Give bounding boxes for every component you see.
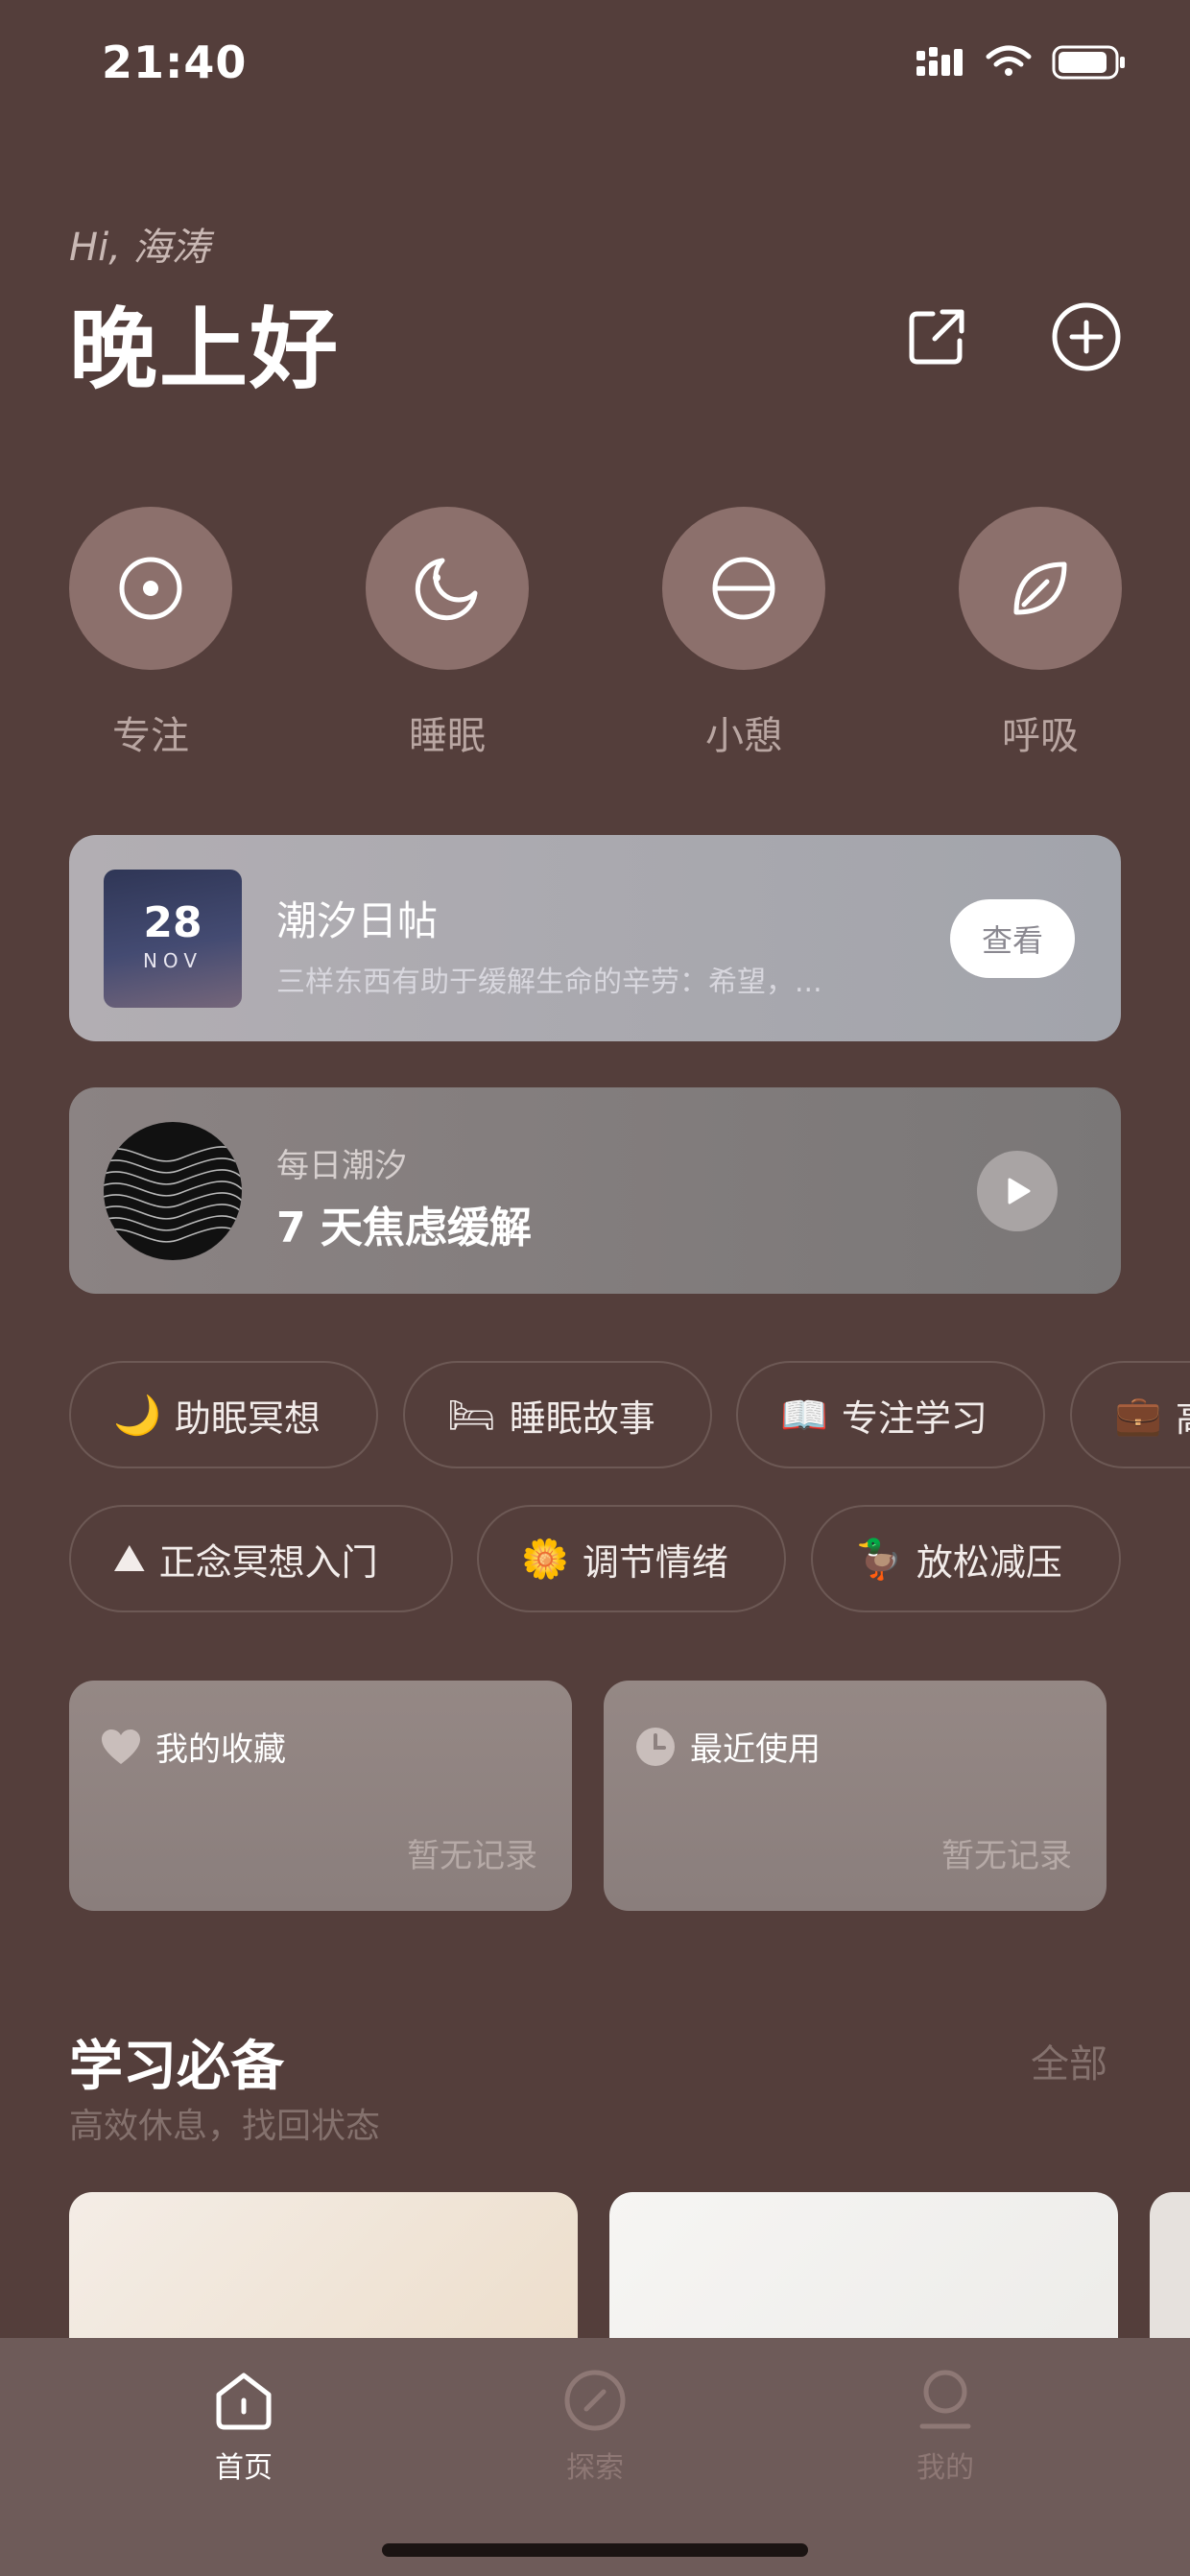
chip-sleep-meditation[interactable]: 🌙 助眠冥想: [69, 1361, 378, 1468]
mode-sleep[interactable]: 睡眠: [366, 507, 529, 760]
tab-home[interactable]: 首页: [167, 2363, 321, 2486]
home-indicator: [382, 2543, 808, 2557]
chip-label: 助眠冥想: [174, 1396, 321, 1440]
duck-emoji-icon: 🦆: [855, 1537, 903, 1582]
favorites-card[interactable]: 我的收藏 暂无记录: [69, 1681, 572, 1911]
chip-label: 放松减压: [916, 1540, 1062, 1584]
share-button[interactable]: [898, 298, 975, 375]
chip-relax[interactable]: 🦆 放松减压: [811, 1505, 1121, 1612]
daily-quote-card[interactable]: 28 NOV 潮汐日帖 三样东西有助于缓解生命的辛劳：希望，... 查看: [69, 835, 1121, 1041]
tab-explore[interactable]: 探索: [518, 2363, 672, 2486]
session-title: 7 天焦虑缓解: [276, 1204, 532, 1252]
book-emoji-icon: 📖: [780, 1393, 828, 1438]
mode-label: 小憩: [705, 714, 782, 758]
chip-focus-study[interactable]: 📖 专注学习: [736, 1361, 1045, 1468]
tab-label: 我的: [916, 2451, 974, 2485]
mode-label: 专注: [112, 714, 189, 758]
chip-label: 睡眠故事: [509, 1396, 655, 1440]
profile-icon: [869, 2363, 1022, 2438]
recent-title: 最近使用: [634, 1723, 821, 1770]
mountain-emoji-icon: ⛰: [113, 1537, 146, 1581]
add-button[interactable]: [1048, 298, 1125, 375]
moon-icon: [366, 507, 529, 670]
mode-label: 呼吸: [1002, 714, 1079, 758]
favorites-title: 我的收藏: [100, 1723, 286, 1770]
leaf-icon: [959, 507, 1122, 670]
daily-card-subtitle: 三样东西有助于缓解生命的辛劳：希望，...: [276, 966, 822, 999]
status-icons: [916, 45, 1125, 80]
flower-emoji-icon: 🌼: [521, 1537, 569, 1582]
tab-profile[interactable]: 我的: [869, 2363, 1022, 2486]
clock-icon: [634, 1726, 677, 1768]
signal-icon: [916, 47, 963, 76]
daily-session-card[interactable]: 每日潮汐 7 天焦虑缓解: [69, 1087, 1121, 1294]
chip-label: 正念冥想入门: [158, 1540, 378, 1584]
session-label: 每日潮汐: [276, 1147, 407, 1185]
play-button[interactable]: [977, 1151, 1058, 1231]
share-icon: [909, 309, 964, 365]
half-circle-icon: [662, 507, 825, 670]
recent-empty-text: 暂无记录: [941, 1837, 1072, 1875]
pillow-emoji-icon: 🛏: [447, 1393, 496, 1438]
session-artwork: [104, 1122, 242, 1260]
section-subtitle: 高效休息，找回状态: [69, 2107, 381, 2146]
home-icon: [167, 2363, 321, 2438]
tab-bar: 首页 探索 我的: [0, 2338, 1190, 2576]
heart-icon: [100, 1728, 142, 1766]
mode-breath[interactable]: 呼吸: [959, 507, 1122, 760]
chip-mood[interactable]: 🌼 调节情绪: [477, 1505, 786, 1612]
compass-icon: [518, 2363, 672, 2438]
wifi-icon: [986, 45, 1032, 76]
greeting-text: Hi, 海涛: [69, 226, 210, 270]
plus-circle-icon: [1052, 302, 1121, 371]
view-button[interactable]: 查看: [950, 899, 1075, 978]
tab-label: 探索: [566, 2451, 624, 2485]
recent-card[interactable]: 最近使用 暂无记录: [604, 1681, 1107, 1911]
section-title: 学习必备: [69, 2036, 284, 2098]
daily-card-title: 潮汐日帖: [276, 897, 439, 944]
chip-label: 调节情绪: [582, 1540, 728, 1584]
play-icon: [1008, 1178, 1031, 1205]
page-title: 晚上好: [69, 298, 341, 401]
date-thumbnail: 28 NOV: [104, 870, 242, 1008]
see-all-link[interactable]: 全部: [1031, 2033, 1107, 2088]
chip-label: 专注学习: [841, 1396, 988, 1440]
mode-nap[interactable]: 小憩: [662, 507, 825, 760]
date-day: 28: [143, 898, 202, 947]
chip-label: 高: [1176, 1389, 1190, 1442]
mode-focus[interactable]: 专注: [69, 507, 232, 760]
moon-emoji-icon: 🌙: [113, 1393, 161, 1438]
chip-mindfulness-intro[interactable]: ⛰ 正念冥想入门: [69, 1505, 453, 1612]
mode-label: 睡眠: [409, 714, 486, 758]
favorites-empty-text: 暂无记录: [407, 1837, 537, 1875]
status-time: 21:40: [102, 36, 248, 88]
briefcase-emoji-icon: 💼: [1114, 1393, 1162, 1438]
chip-sleep-story[interactable]: 🛏 睡眠故事: [403, 1361, 712, 1468]
chip-more[interactable]: 💼 高: [1070, 1361, 1190, 1468]
battery-icon: [1052, 45, 1125, 80]
tab-label: 首页: [215, 2451, 273, 2485]
focus-target-icon: [69, 507, 232, 670]
date-month: NOV: [142, 949, 203, 972]
